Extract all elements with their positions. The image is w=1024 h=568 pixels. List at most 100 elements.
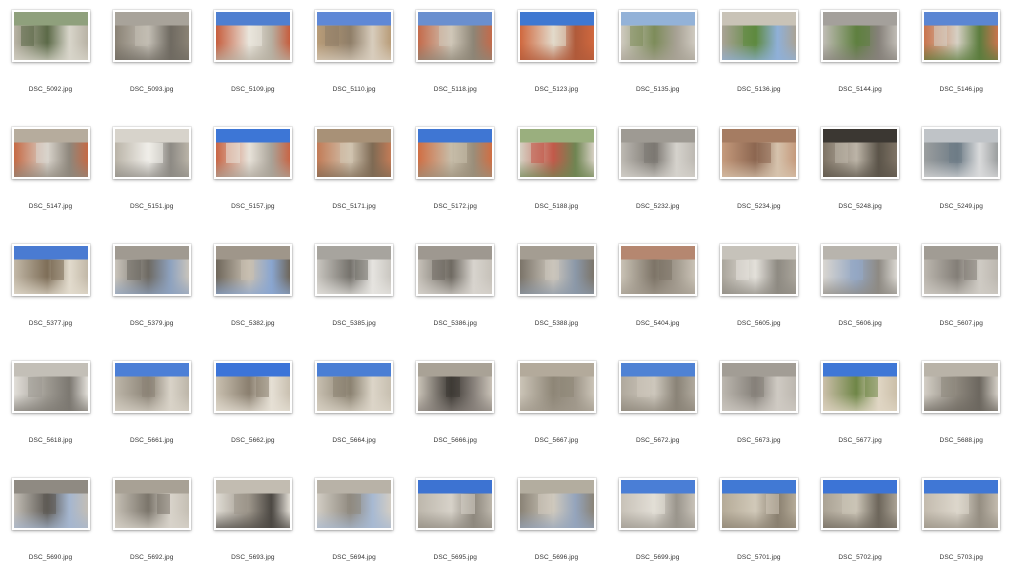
thumbnail-item[interactable]: DSC_5234.jpg [708,117,809,217]
thumbnail-frame[interactable] [517,478,596,530]
thumbnail-frame[interactable] [11,478,90,530]
thumbnail-frame[interactable] [315,10,394,62]
thumbnail-frame[interactable] [821,361,900,413]
thumbnail-frame[interactable] [922,478,1001,530]
thumbnail-frame[interactable] [719,361,798,413]
thumbnail-item[interactable]: DSC_5386.jpg [405,234,506,334]
thumbnail-item[interactable]: DSC_5249.jpg [911,117,1012,217]
thumbnail-item[interactable]: DSC_5662.jpg [202,351,303,451]
thumbnail-item[interactable]: DSC_5136.jpg [708,0,809,100]
thumbnail-frame[interactable] [821,478,900,530]
thumbnail-frame[interactable] [112,127,191,179]
thumbnail-item[interactable]: DSC_5146.jpg [911,0,1012,100]
thumbnail-frame[interactable] [922,361,1001,413]
thumbnail-frame[interactable] [719,127,798,179]
thumbnail-frame[interactable] [416,10,495,62]
thumbnail-item[interactable]: DSC_5618.jpg [0,351,101,451]
thumbnail-item[interactable]: DSC_5701.jpg [708,468,809,568]
thumbnail-frame[interactable] [821,10,900,62]
thumbnail-item[interactable]: DSC_5109.jpg [202,0,303,100]
thumbnail-item[interactable]: DSC_5702.jpg [810,468,911,568]
thumbnail-item[interactable]: DSC_5607.jpg [911,234,1012,334]
thumbnail-frame[interactable] [719,478,798,530]
thumbnail-frame[interactable] [11,10,90,62]
thumbnail-frame[interactable] [517,244,596,296]
thumbnail-frame[interactable] [315,127,394,179]
thumbnail-item[interactable]: DSC_5677.jpg [810,351,911,451]
thumbnail-frame[interactable] [922,10,1001,62]
thumbnail-frame[interactable] [416,361,495,413]
thumbnail-frame[interactable] [517,10,596,62]
thumbnail-frame[interactable] [922,127,1001,179]
thumbnail-frame[interactable] [821,244,900,296]
thumbnail-item[interactable]: DSC_5695.jpg [405,468,506,568]
thumbnail-item[interactable]: DSC_5699.jpg [607,468,708,568]
thumbnail-item[interactable]: DSC_5673.jpg [708,351,809,451]
thumbnail-item[interactable]: DSC_5605.jpg [708,234,809,334]
thumbnail-item[interactable]: DSC_5664.jpg [304,351,405,451]
thumbnail-frame[interactable] [618,127,697,179]
thumbnail-item[interactable]: DSC_5377.jpg [0,234,101,334]
thumbnail-item[interactable]: DSC_5694.jpg [304,468,405,568]
thumbnail-frame[interactable] [213,361,292,413]
thumbnail-item[interactable]: DSC_5171.jpg [304,117,405,217]
thumbnail-frame[interactable] [11,244,90,296]
thumbnail-frame[interactable] [112,10,191,62]
thumbnail-item[interactable]: DSC_5703.jpg [911,468,1012,568]
thumbnail-item[interactable]: DSC_5135.jpg [607,0,708,100]
thumbnail-item[interactable]: DSC_5404.jpg [607,234,708,334]
thumbnail-frame[interactable] [112,361,191,413]
thumbnail-frame[interactable] [618,244,697,296]
thumbnail-item[interactable]: DSC_5144.jpg [810,0,911,100]
thumbnail-frame[interactable] [416,127,495,179]
thumbnail-item[interactable]: DSC_5232.jpg [607,117,708,217]
thumbnail-item[interactable]: DSC_5690.jpg [0,468,101,568]
thumbnail-item[interactable]: DSC_5688.jpg [911,351,1012,451]
thumbnail-item[interactable]: DSC_5092.jpg [0,0,101,100]
thumbnail-frame[interactable] [719,10,798,62]
thumbnail-item[interactable]: DSC_5188.jpg [506,117,607,217]
thumbnail-frame[interactable] [213,127,292,179]
thumbnail-frame[interactable] [922,244,1001,296]
thumbnail-item[interactable]: DSC_5693.jpg [202,468,303,568]
thumbnail-item[interactable]: DSC_5172.jpg [405,117,506,217]
thumbnail-item[interactable]: DSC_5385.jpg [304,234,405,334]
thumbnail-frame[interactable] [517,127,596,179]
thumbnail-item[interactable]: DSC_5666.jpg [405,351,506,451]
thumbnail-item[interactable]: DSC_5118.jpg [405,0,506,100]
thumbnail-item[interactable]: DSC_5093.jpg [101,0,202,100]
thumbnail-item[interactable]: DSC_5151.jpg [101,117,202,217]
thumbnail-frame[interactable] [618,361,697,413]
thumbnail-item[interactable]: DSC_5692.jpg [101,468,202,568]
thumbnail-item[interactable]: DSC_5382.jpg [202,234,303,334]
thumbnail-frame[interactable] [416,244,495,296]
thumbnail-frame[interactable] [11,361,90,413]
thumbnail-item[interactable]: DSC_5147.jpg [0,117,101,217]
thumbnail-frame[interactable] [213,10,292,62]
thumbnail-frame[interactable] [618,478,697,530]
thumbnail-item[interactable]: DSC_5123.jpg [506,0,607,100]
thumbnail-frame[interactable] [517,361,596,413]
thumbnail-item[interactable]: DSC_5667.jpg [506,351,607,451]
thumbnail-frame[interactable] [416,478,495,530]
thumbnail-frame[interactable] [112,244,191,296]
thumbnail-item[interactable]: DSC_5157.jpg [202,117,303,217]
thumbnail-item[interactable]: DSC_5110.jpg [304,0,405,100]
thumbnail-item[interactable]: DSC_5248.jpg [810,117,911,217]
thumbnail-frame[interactable] [315,244,394,296]
thumbnail-item[interactable]: DSC_5672.jpg [607,351,708,451]
thumbnail-frame[interactable] [315,478,394,530]
thumbnail-item[interactable]: DSC_5661.jpg [101,351,202,451]
thumbnail-frame[interactable] [719,244,798,296]
thumbnail-frame[interactable] [315,361,394,413]
thumbnail-item[interactable]: DSC_5606.jpg [810,234,911,334]
thumbnail-frame[interactable] [11,127,90,179]
thumbnail-frame[interactable] [213,478,292,530]
thumbnail-item[interactable]: DSC_5379.jpg [101,234,202,334]
thumbnail-frame[interactable] [112,478,191,530]
thumbnail-item[interactable]: DSC_5696.jpg [506,468,607,568]
thumbnail-item[interactable]: DSC_5388.jpg [506,234,607,334]
thumbnail-frame[interactable] [821,127,900,179]
thumbnail-frame[interactable] [618,10,697,62]
thumbnail-frame[interactable] [213,244,292,296]
